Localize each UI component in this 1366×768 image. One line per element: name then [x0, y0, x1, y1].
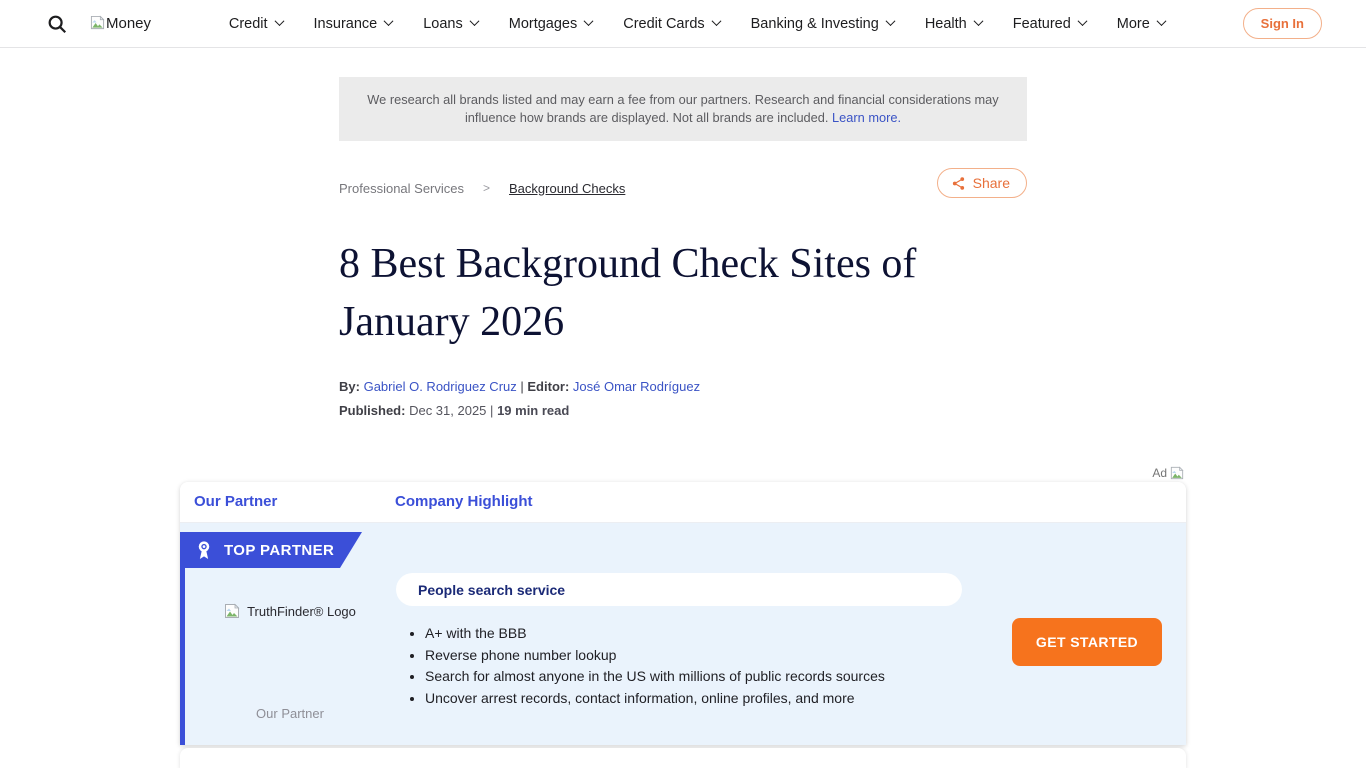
nav-item-loans[interactable]: Loans — [423, 16, 478, 32]
nav-item-mortgages[interactable]: Mortgages — [509, 16, 593, 32]
chevron-down-icon — [711, 16, 721, 26]
feature-bullet: A+ with the BBB — [408, 623, 885, 645]
published-date: Dec 31, 2025 — [409, 403, 486, 418]
by-label: By: — [339, 379, 360, 394]
chevron-down-icon — [1156, 16, 1166, 26]
nav-item-banking-investing[interactable]: Banking & Investing — [751, 16, 894, 32]
feature-bullet: Uncover arrest records, contact informat… — [408, 688, 885, 710]
nav-item-credit-cards[interactable]: Credit Cards — [623, 16, 719, 32]
partner-logo-cell[interactable]: TruthFinder® Logo — [185, 603, 395, 624]
sign-in-button[interactable]: Sign In — [1243, 8, 1322, 39]
top-partner-badge: TOP PARTNER — [180, 532, 362, 568]
money-logo[interactable]: Money — [90, 15, 151, 32]
broken-image-icon — [1170, 466, 1184, 480]
broken-image-icon — [90, 15, 105, 30]
company-highlight-text: People search service — [418, 582, 565, 598]
nav-item-credit[interactable]: Credit — [229, 16, 283, 32]
ad-label-row: Ad — [180, 466, 1186, 480]
published-separator: | — [490, 403, 493, 418]
chevron-down-icon — [274, 16, 284, 26]
ad-unit: Ad Our Partner Company Highlight TOP PAR… — [180, 466, 1186, 768]
partner-disclaimer: We research all brands listed and may ea… — [339, 77, 1027, 141]
partner-caption: Our Partner — [185, 706, 395, 721]
award-ribbon-icon — [195, 540, 213, 560]
next-table-row-preview — [180, 748, 1186, 768]
page-title: 8 Best Background Check Sites of January… — [339, 235, 1027, 351]
editor-label: Editor: — [527, 379, 569, 394]
nav-item-featured[interactable]: Featured — [1013, 16, 1086, 32]
nav-item-insurance[interactable]: Insurance — [314, 16, 393, 32]
column-header-company-highlight: Company Highlight — [395, 493, 533, 510]
nav-item-more[interactable]: More — [1117, 16, 1165, 32]
share-icon — [951, 176, 966, 191]
breadcrumb: Professional Services > Background Check… — [339, 172, 1027, 204]
feature-bullet: Reverse phone number lookup — [408, 645, 885, 667]
partner-card-header-row: Our Partner Company Highlight — [180, 482, 1186, 523]
chevron-down-icon — [384, 16, 394, 26]
top-navigation-bar: Money Credit Insurance Loans Mortgages C… — [0, 0, 1366, 48]
feature-bullet: Search for almost anyone in the US with … — [408, 666, 885, 688]
share-button[interactable]: Share — [937, 168, 1027, 198]
chevron-down-icon — [584, 16, 594, 26]
partner-comparison-card: Our Partner Company Highlight TOP PARTNE… — [180, 482, 1186, 745]
breadcrumb-separator: > — [483, 181, 490, 195]
published-row: Published: Dec 31, 2025 | 19 min read — [339, 403, 1027, 418]
published-label: Published: — [339, 403, 405, 418]
editor-link[interactable]: José Omar Rodríguez — [573, 379, 700, 394]
share-button-label: Share — [973, 175, 1010, 191]
top-partner-badge-label: TOP PARTNER — [224, 542, 334, 559]
breadcrumb-parent-link[interactable]: Professional Services — [339, 181, 464, 196]
broken-image-icon — [224, 603, 240, 619]
read-time: 19 min read — [497, 403, 569, 418]
get-started-button[interactable]: GET STARTED — [1012, 618, 1162, 666]
money-logo-alt-text: Money — [106, 15, 151, 32]
main-nav: Credit Insurance Loans Mortgages Credit … — [151, 16, 1243, 32]
author-link[interactable]: Gabriel O. Rodriguez Cruz — [364, 379, 517, 394]
breadcrumb-current-link[interactable]: Background Checks — [509, 181, 625, 196]
chevron-down-icon — [1077, 16, 1087, 26]
feature-bullet-list: A+ with the BBB Reverse phone number loo… — [408, 623, 885, 709]
column-header-our-partner: Our Partner — [194, 493, 277, 510]
nav-item-health[interactable]: Health — [925, 16, 982, 32]
byline: By: Gabriel O. Rodriguez Cruz | Editor: … — [339, 379, 1027, 394]
company-highlight-pill: People search service — [396, 573, 962, 606]
chevron-down-icon — [885, 16, 895, 26]
chevron-down-icon — [469, 16, 479, 26]
disclaimer-text: We research all brands listed and may ea… — [367, 92, 998, 125]
ad-label: Ad — [1152, 466, 1167, 480]
learn-more-link[interactable]: Learn more. — [832, 110, 901, 125]
partner-card-body: TOP PARTNER TruthFinder® Logo Our Partne… — [180, 523, 1186, 745]
chevron-down-icon — [973, 16, 983, 26]
search-icon[interactable] — [46, 13, 68, 35]
partner-logo-alt-text: TruthFinder® Logo — [247, 604, 356, 619]
byline-separator: | — [520, 379, 523, 394]
